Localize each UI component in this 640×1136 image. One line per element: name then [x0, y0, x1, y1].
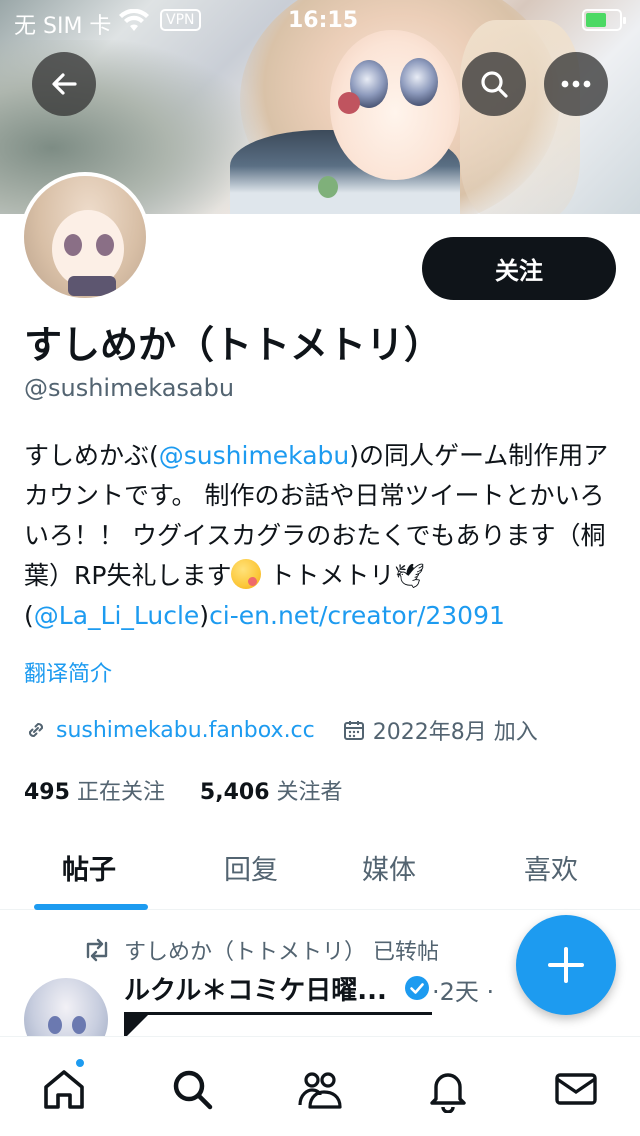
- bell-icon[interactable]: [424, 1065, 472, 1113]
- following-link[interactable]: 495 正在关注: [24, 780, 165, 805]
- repost-text: すしめか（トトメトリ） 已转帖: [124, 940, 439, 965]
- home-notification-dot: [74, 1057, 86, 1069]
- dove-emoji-icon: 🕊: [394, 562, 425, 590]
- repost-icon: [86, 938, 108, 962]
- following-count: 495: [24, 780, 70, 805]
- status-bar: 无 SIM 卡 VPN 16:15: [0, 0, 640, 40]
- wifi-icon: [118, 8, 150, 39]
- tab-replies[interactable]: 回复: [224, 848, 278, 887]
- bio-mention-link[interactable]: @sushimekabu: [159, 441, 350, 470]
- clock: 16:15: [288, 8, 359, 33]
- more-button[interactable]: [544, 52, 608, 116]
- repost-indicator[interactable]: すしめか（トトメトリ） 已转帖: [82, 934, 439, 966]
- follow-counts: 495 正在关注 5,406 关注者: [24, 774, 343, 806]
- battery-icon: [582, 9, 626, 31]
- bottom-navigation: [0, 1036, 640, 1136]
- followers-link[interactable]: 5,406 关注者: [200, 780, 343, 805]
- bio-text: トトメトリ: [261, 561, 395, 590]
- active-tab-indicator: [34, 904, 148, 910]
- search-icon: [481, 71, 508, 98]
- verified-badge-icon: [404, 975, 430, 1005]
- tab-likes[interactable]: 喜欢: [524, 848, 578, 887]
- arrow-left-icon: [52, 73, 77, 95]
- display-name: すしめか（トトメトリ）: [24, 323, 443, 367]
- website-link[interactable]: sushimekabu.fanbox.cc: [56, 718, 315, 743]
- tab-media[interactable]: 媒体: [362, 848, 416, 887]
- translate-bio-link[interactable]: 翻译简介: [24, 656, 112, 688]
- mail-icon[interactable]: [552, 1065, 600, 1113]
- post-content-preview[interactable]: [124, 1012, 432, 1039]
- tab-posts[interactable]: 帖子: [62, 848, 116, 887]
- bio-text: ): [199, 601, 210, 630]
- following-label: 正在关注: [76, 780, 165, 805]
- profile-bio: すしめかぶ(@sushimekabu)の同人ゲーム制作用アカウントです。 制作の…: [24, 436, 624, 636]
- followers-count: 5,406: [199, 780, 270, 805]
- search-button[interactable]: [462, 52, 526, 116]
- bio-mention-link[interactable]: @La_Li_Lucle: [34, 601, 200, 630]
- plus-icon: [548, 947, 584, 983]
- profile-avatar[interactable]: [20, 172, 150, 302]
- home-icon[interactable]: [40, 1065, 88, 1113]
- link-icon: [28, 722, 44, 738]
- user-handle: @sushimekasabu: [24, 374, 235, 402]
- join-date: 2022年8月 加入: [372, 720, 538, 745]
- bio-text: (: [24, 601, 34, 630]
- post-author-name[interactable]: ルクル＊コミケ日曜...: [124, 970, 387, 1007]
- calendar-icon: [343, 721, 364, 740]
- bio-text: すしめかぶ(: [24, 441, 159, 470]
- post-timestamp: ·2天 ·: [432, 978, 495, 1006]
- back-button[interactable]: [32, 52, 96, 116]
- profile-meta: sushimekabu.fanbox.cc 2022年8月 加入: [24, 714, 538, 746]
- carrier-label: 无 SIM 卡: [14, 14, 112, 39]
- communities-icon[interactable]: [296, 1065, 344, 1113]
- yum-emoji-icon: [231, 559, 262, 589]
- followers-label: 关注者: [276, 780, 343, 805]
- vpn-badge: VPN: [160, 9, 201, 31]
- compose-button[interactable]: [516, 915, 616, 1015]
- bio-url-link[interactable]: ci-en.net/creator/23091: [209, 601, 505, 630]
- search-icon[interactable]: [168, 1065, 216, 1113]
- follow-button[interactable]: 关注: [422, 237, 616, 300]
- more-icon: [561, 80, 591, 88]
- profile-tabs: 帖子 回复 媒体 喜欢: [0, 832, 640, 910]
